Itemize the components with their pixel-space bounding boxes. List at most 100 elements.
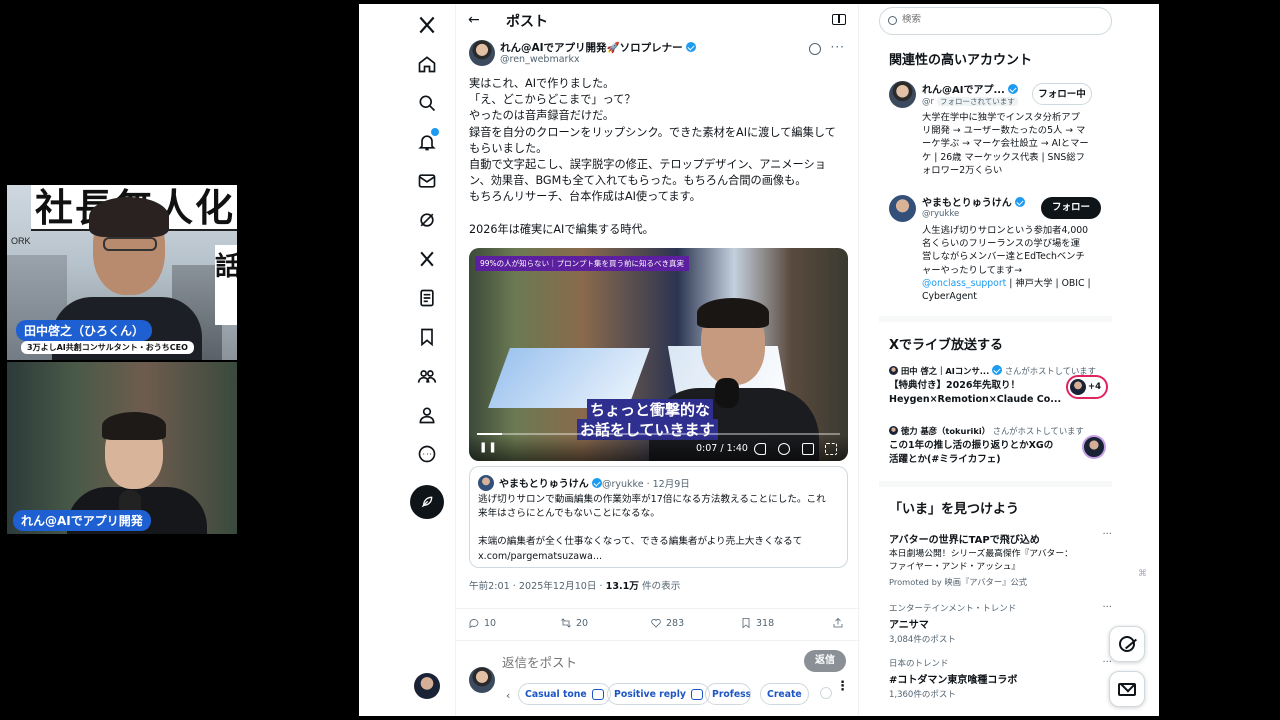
search-icon <box>888 16 897 25</box>
trend-item[interactable]: 日本のトレンド #コトダマン東京喰種コラボ 1,360件のポスト ··· <box>889 657 1114 700</box>
bell-icon[interactable] <box>414 127 440 155</box>
view-count-suffix: 件の表示 <box>638 581 681 592</box>
grok-icon <box>1119 636 1135 652</box>
settings-gear-icon[interactable] <box>778 443 790 455</box>
video-progress-fill <box>477 433 503 435</box>
chip-casual-tone[interactable]: Casual tone <box>518 683 611 705</box>
chips-more-icon[interactable]: ⋮ <box>836 680 849 693</box>
pip-icon[interactable] <box>802 443 814 455</box>
feather-icon <box>421 496 433 508</box>
more-options-icon[interactable]: ··· <box>831 40 845 54</box>
bio-line-with-link: @onclass_support | 神戸大学 | OBIC | <box>922 277 1110 290</box>
video-player[interactable]: 99%の人が知らない｜プロンプト集を買う前に知るべき真実 ちょっと衝撃的な お話… <box>469 248 848 461</box>
reply-submit-button[interactable]: 返信 <box>804 650 846 672</box>
quoted-author-name: やまもとりゅうけん <box>499 479 589 490</box>
person-hair <box>89 197 169 237</box>
live-title-line: 【特典付き】2026年先取り！ <box>889 380 1020 391</box>
post-timestamp[interactable]: 午前2:01 · 2025年12月10日 · <box>469 581 606 592</box>
repost-icon <box>561 618 571 628</box>
communities-icon[interactable] <box>414 363 440 389</box>
trend-category: エンターテインメント・トレンド <box>889 604 1017 614</box>
bio-mention-link[interactable]: @onclass_support <box>922 278 1006 289</box>
profile-icon[interactable] <box>414 402 440 428</box>
more-options-icon[interactable]: ··· <box>1102 602 1112 613</box>
search-box[interactable] <box>879 7 1112 35</box>
share-button[interactable] <box>832 617 844 629</box>
reader-mode-icon[interactable] <box>832 14 846 25</box>
post-line: やったのは音声録音だけだ。 <box>469 109 615 123</box>
pause-icon[interactable]: ❚❚ <box>479 442 498 453</box>
verified-badge-icon <box>591 478 602 488</box>
bio-line: 名くらいのフリーランスの学び場を運 <box>922 238 1080 250</box>
more-icon[interactable] <box>414 441 440 467</box>
messages-floating-button[interactable] <box>1109 671 1145 707</box>
participant-name-tag: れん@AIでアプリ開発 <box>13 510 151 531</box>
author-handle[interactable]: @ren_webmarkx <box>500 54 580 65</box>
verified-badge-icon <box>992 365 1003 375</box>
reply-input[interactable] <box>502 655 762 670</box>
post-text: 実はこれ、AIで作りました。 「え、どこからどこまで」って？ やったのは音声録音… <box>469 76 849 238</box>
video-subtitle: ちょっと衝撃的な <box>587 399 714 420</box>
view-count: 13.1万 <box>605 581 639 592</box>
author-name[interactable]: れん@AIでアプリ開発🚀ソロプレナー <box>500 42 683 54</box>
post-line: 録音を自分のクローンをリップシンク。できた素材をAIに渡して編集して <box>469 125 836 139</box>
volume-icon[interactable] <box>754 443 766 455</box>
follow-button[interactable]: フォロー <box>1041 197 1101 219</box>
trend-name: #コトダマン東京喰種コラボ <box>889 675 1018 686</box>
repost-button[interactable]: 20 <box>560 617 588 629</box>
live-space-item[interactable]: 徳力 基彦（tokuriki） さんがホストしています この1年の推し活の振り返… <box>889 425 1114 465</box>
account-avatar[interactable] <box>414 673 440 699</box>
x-logo-icon[interactable] <box>414 12 440 38</box>
verified-badge-icon <box>685 42 696 52</box>
more-options-icon[interactable]: ··· <box>1102 529 1112 540</box>
floating-mini-icon: ⌘ <box>1138 569 1147 579</box>
post-line: 実はこれ、AIで作りました。 <box>469 77 615 90</box>
live-space-item[interactable]: 田中 啓之｜AIコンサ... さんがホストしています 【特典付き】2026年先取… <box>889 365 1114 405</box>
following-button[interactable]: フォロー中 <box>1032 83 1092 105</box>
lists-icon[interactable] <box>414 285 440 311</box>
fullscreen-icon[interactable] <box>825 443 837 455</box>
account-avatar[interactable] <box>889 81 916 108</box>
like-count: 283 <box>666 617 685 629</box>
quoted-post[interactable]: やまもとりゅうけん @ryukke · 12月9日 逃げ切りサロンで動画編集の作… <box>469 466 848 568</box>
quote-line: x.com/pargematsuzawa... <box>478 550 603 562</box>
person-hair <box>102 412 166 440</box>
trend-item[interactable]: エンターテインメント・トレンド アニサマ 3,084件のポスト ··· <box>889 602 1114 645</box>
search-input[interactable] <box>902 14 1092 25</box>
account-avatar[interactable] <box>889 195 916 222</box>
trend-count: 3,084件のポスト <box>889 635 956 645</box>
grok-icon[interactable] <box>414 207 440 233</box>
author-avatar[interactable] <box>469 40 495 66</box>
chip-professional[interactable]: Professional <box>705 683 751 705</box>
post-line: もちろんリサーチ、台本作成はAI使ってます。 <box>469 190 701 204</box>
bookmark-button[interactable]: 318 <box>740 617 774 629</box>
account-name-row[interactable]: やまもとりゅうけん <box>922 194 1025 209</box>
author-name-row[interactable]: れん@AIでアプリ開発🚀ソロプレナー <box>500 40 696 55</box>
glasses <box>103 237 157 251</box>
grok-floating-button[interactable] <box>1109 626 1145 662</box>
search-icon[interactable] <box>414 90 440 116</box>
x-premium-icon[interactable] <box>414 246 440 272</box>
bookmark-icon[interactable] <box>414 324 440 350</box>
quote-line: 来年はさらにとんでもないことになるな。 <box>478 508 660 520</box>
mail-icon[interactable] <box>414 168 440 194</box>
verified-badge-icon <box>1007 84 1018 94</box>
home-icon[interactable] <box>414 51 440 77</box>
heart-icon <box>651 619 661 628</box>
compose-post-button[interactable] <box>410 485 444 519</box>
grok-explain-icon[interactable] <box>809 43 821 55</box>
post-line: 2026年は確実にAIで編集する時代。 <box>469 222 654 236</box>
account-name-row[interactable]: れん@AIでアプ... <box>922 81 1018 96</box>
reply-button[interactable]: 10 <box>468 617 496 629</box>
repost-count: 20 <box>576 617 589 629</box>
reply-icon <box>469 619 479 629</box>
trend-item[interactable]: アバターの世界にTAPで飛び込め 本日劇場公開！シリーズ最高傑作『アバター： フ… <box>889 529 1114 588</box>
chip-positive-reply[interactable]: Positive reply <box>607 683 710 705</box>
like-button[interactable]: 283 <box>650 617 684 629</box>
chips-prev-arrow[interactable]: ‹ <box>506 689 510 702</box>
live-host-name: 田中 啓之｜AIコンサ... <box>901 366 990 376</box>
video-progress-bar[interactable] <box>477 433 840 435</box>
chip-create[interactable]: Create <box>760 683 809 705</box>
live-section-title: Xでライブ放送する <box>889 338 1004 353</box>
back-arrow-icon[interactable]: ← <box>468 12 480 28</box>
